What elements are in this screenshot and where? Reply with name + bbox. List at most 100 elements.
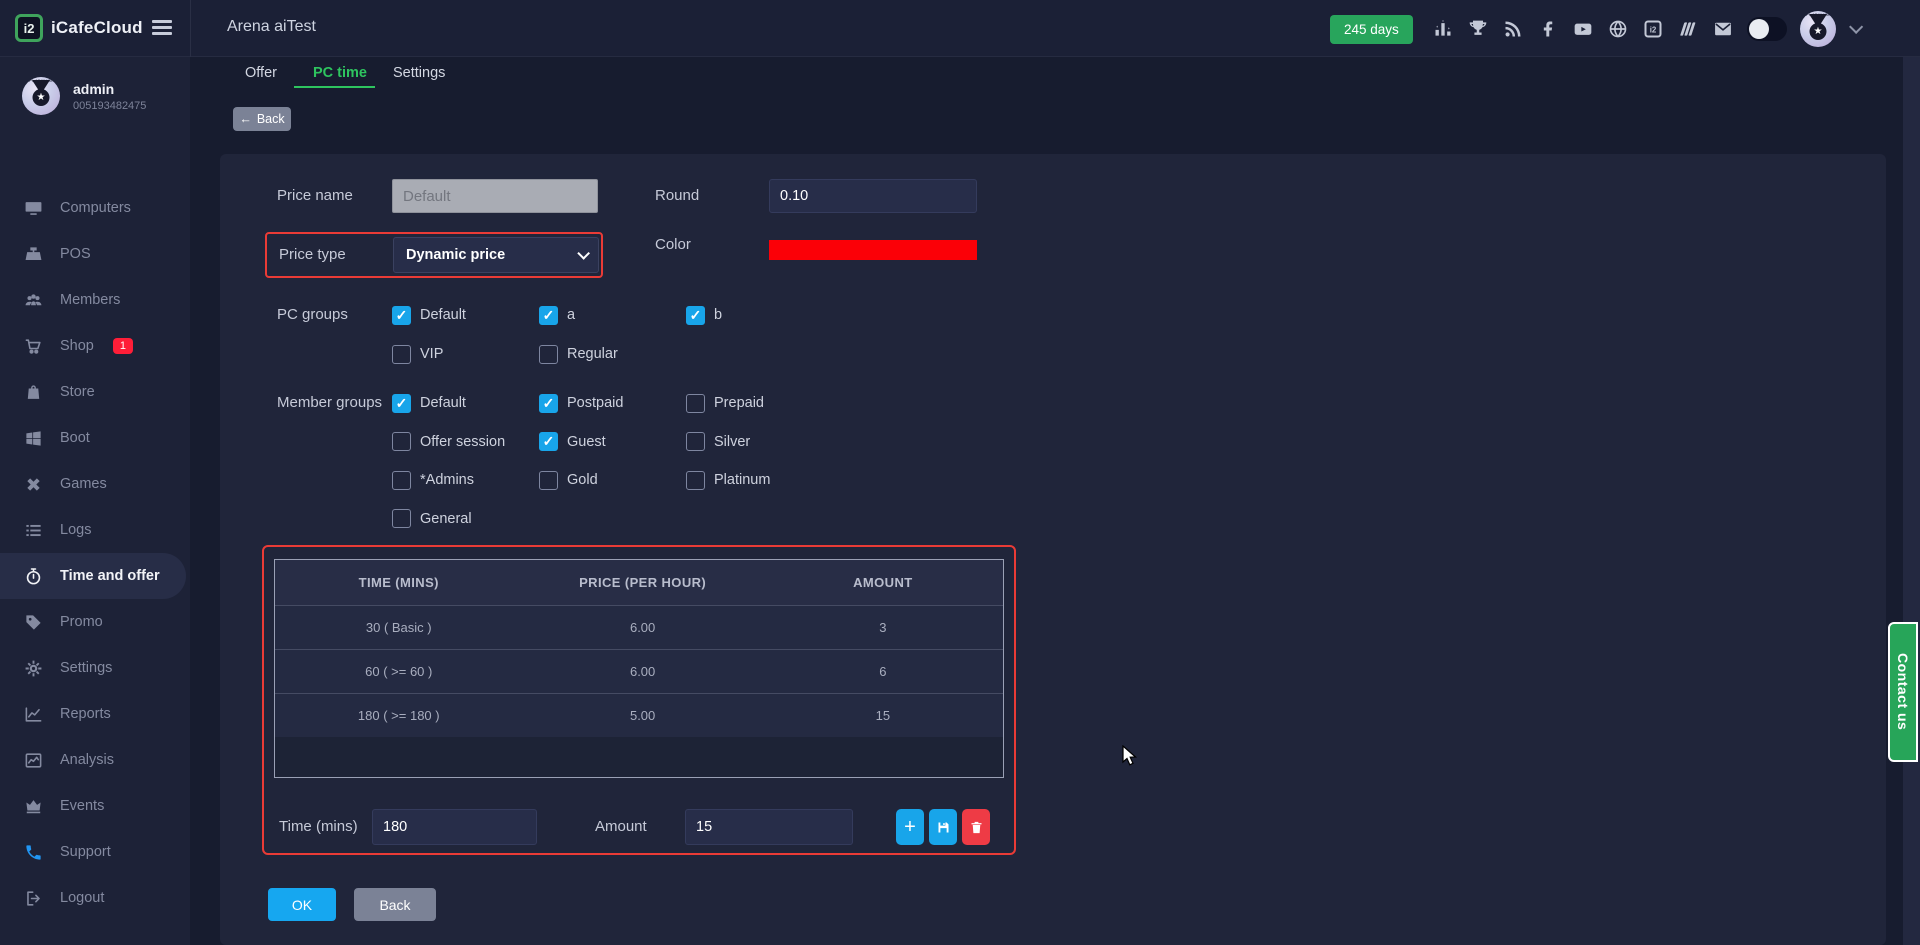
save-step-button[interactable] (929, 809, 957, 845)
pc-group-option[interactable]: b (686, 305, 833, 325)
contact-us-tab[interactable]: Contact us (1888, 622, 1918, 762)
sidebar-item-shop[interactable]: Shop 1 (0, 323, 190, 369)
back-button-top[interactable]: ←Back (233, 107, 291, 131)
checkbox[interactable] (686, 471, 705, 490)
checkbox[interactable] (392, 432, 411, 451)
sidebar-item-games[interactable]: Games (0, 461, 190, 507)
checkbox-label: Platinum (714, 472, 770, 488)
line-chart-icon (24, 705, 43, 724)
member-group-option[interactable]: Guest (539, 432, 686, 452)
member-group-option[interactable]: Prepaid (686, 393, 833, 413)
mail-icon[interactable] (1712, 18, 1734, 40)
sidebar-item-computers[interactable]: Computers (0, 185, 190, 231)
sidebar-item-label: Logout (60, 890, 104, 906)
checkbox[interactable] (392, 394, 411, 413)
member-group-option[interactable]: Default (392, 393, 539, 413)
checkbox-label: VIP (420, 346, 443, 362)
tab-offer[interactable]: Offer (245, 65, 277, 81)
amount-label: Amount (595, 818, 647, 835)
tab-settings[interactable]: Settings (393, 65, 445, 81)
sidebar-item-settings[interactable]: Settings (0, 645, 190, 691)
youtube-icon[interactable] (1572, 18, 1594, 40)
color-swatch[interactable] (769, 240, 977, 260)
member-group-option[interactable]: Postpaid (539, 393, 686, 413)
scrollbar-track[interactable] (1903, 57, 1920, 945)
checkbox[interactable] (686, 432, 705, 451)
member-group-option[interactable]: *Admins (392, 470, 539, 490)
checkbox[interactable] (539, 345, 558, 364)
member-group-option[interactable]: Offer session (392, 432, 539, 452)
sidebar-item-members[interactable]: Members (0, 277, 190, 323)
sidebar-item-time-and-offer[interactable]: Time and offer (0, 553, 186, 599)
sidebar-item-boot[interactable]: Boot (0, 415, 190, 461)
delete-step-button[interactable] (962, 809, 990, 845)
member-group-option[interactable]: Gold (539, 470, 686, 490)
sidebar-user[interactable]: PLATINUM ★ admin 005193482475 (22, 77, 146, 115)
price-type-select[interactable]: Dynamic price (393, 237, 599, 273)
sidebar-item-analysis[interactable]: Analysis (0, 737, 190, 783)
facebook-icon[interactable] (1537, 18, 1559, 40)
avatar-medal-icon: ★ (33, 89, 50, 106)
sidebar-item-label: Events (60, 798, 104, 814)
pc-group-option[interactable]: VIP (392, 344, 539, 364)
chevron-down-icon[interactable] (1849, 19, 1863, 33)
icafe-logo-icon[interactable]: i2 (1642, 18, 1664, 40)
round-input[interactable] (769, 179, 977, 213)
sidebar-item-pos[interactable]: POS (0, 231, 190, 277)
layers-icon[interactable] (1677, 18, 1699, 40)
globe-icon[interactable] (1607, 18, 1629, 40)
sidebar-item-logout[interactable]: Logout (0, 875, 190, 921)
member-group-option[interactable]: Silver (686, 432, 833, 452)
checkbox[interactable] (539, 432, 558, 451)
checkbox[interactable] (392, 306, 411, 325)
checkbox-label: Silver (714, 434, 750, 450)
avatar-medal-icon: ★ (1810, 23, 1827, 40)
tab-pc-time[interactable]: PC time (313, 65, 367, 81)
hamburger-menu-icon[interactable] (152, 20, 172, 36)
sidebar-avatar: PLATINUM ★ (22, 77, 60, 115)
checkbox[interactable] (392, 471, 411, 490)
member-group-option[interactable]: General (392, 509, 539, 529)
rss-icon[interactable] (1502, 18, 1524, 40)
sidebar-item-promo[interactable]: Promo (0, 599, 190, 645)
table-row[interactable]: 30 ( Basic ) 6.00 3 (275, 605, 1003, 649)
back-button-bottom[interactable]: Back (354, 888, 436, 921)
sidebar-item-store[interactable]: Store (0, 369, 190, 415)
brand-logo-icon: i2 (15, 14, 43, 42)
cell-amount: 3 (763, 606, 1003, 649)
checkbox-label: Postpaid (567, 395, 623, 411)
checkbox-label: Regular (567, 346, 618, 362)
price-name-input (392, 179, 598, 213)
table-row[interactable]: 60 ( >= 60 ) 6.00 6 (275, 649, 1003, 693)
checkbox[interactable] (686, 394, 705, 413)
sidebar-item-support[interactable]: Support (0, 829, 190, 875)
add-step-button[interactable]: + (896, 809, 924, 845)
pc-group-option[interactable]: Default (392, 305, 539, 325)
user-avatar[interactable]: PLATINUM ★ (1800, 11, 1836, 47)
pc-group-option[interactable]: a (539, 305, 686, 325)
checkbox[interactable] (539, 306, 558, 325)
checkbox[interactable] (392, 509, 411, 528)
table-row[interactable]: 180 ( >= 180 ) 5.00 15 (275, 693, 1003, 737)
ranking-icon[interactable] (1432, 18, 1454, 40)
sidebar-item-label: Promo (60, 614, 103, 630)
checkbox[interactable] (392, 345, 411, 364)
checkbox[interactable] (539, 471, 558, 490)
amount-input[interactable] (685, 809, 853, 845)
checkbox[interactable] (686, 306, 705, 325)
sidebar-item-events[interactable]: Events (0, 783, 190, 829)
member-group-option[interactable]: Platinum (686, 470, 833, 490)
top-header: i2 iCafeCloud Arena aiTest 245 days (0, 0, 1920, 57)
checkbox[interactable] (539, 394, 558, 413)
sidebar-item-logs[interactable]: Logs (0, 507, 190, 553)
time-mins-input[interactable] (372, 809, 537, 845)
pc-group-option[interactable]: Regular (539, 344, 686, 364)
column-header: PRICE (PER HOUR) (523, 560, 763, 605)
theme-toggle[interactable] (1747, 17, 1787, 41)
sidebar-item-reports[interactable]: Reports (0, 691, 190, 737)
list-icon (24, 521, 43, 540)
ok-button[interactable]: OK (268, 888, 336, 921)
brand[interactable]: i2 iCafeCloud (15, 14, 143, 42)
days-remaining-badge[interactable]: 245 days (1330, 15, 1413, 44)
trophy-icon[interactable] (1467, 18, 1489, 40)
